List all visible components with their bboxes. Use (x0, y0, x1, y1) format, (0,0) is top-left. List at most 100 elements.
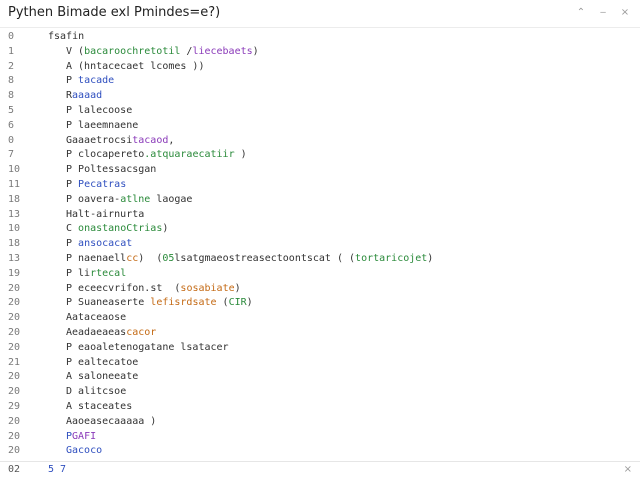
code-line[interactable]: 0 fsafin (0, 30, 640, 45)
code-line[interactable]: 20 A saloneeate (0, 370, 640, 385)
line-number: 13 (8, 253, 21, 264)
line-number: 20 (8, 445, 21, 457)
code-line[interactable]: 7 P clocapereto.atquaraecatiir ) (0, 148, 640, 163)
code-line[interactable]: 20 P eceecvrifon.st (sosabiate) (0, 282, 640, 297)
code-line[interactable]: 11 P Pecatras (0, 178, 640, 193)
code-line[interactable]: 20 Gacoco (0, 444, 640, 459)
code-token: C (66, 223, 79, 235)
code-line[interactable]: 6 P laeemnaene (0, 119, 640, 134)
code-token: 05 (162, 253, 175, 264)
code-token: liecebaets (192, 45, 253, 57)
code-line[interactable]: 13 Halt-airnurta (0, 208, 640, 223)
editor-window: Pythen Bimade exl Pmindes=e?) ⌃ ‒ × 0 fsa… (0, 0, 640, 480)
line-number: 11 (8, 179, 21, 190)
code-line[interactable]: 20 Aataceaose (0, 311, 640, 326)
code-line[interactable]: 20 P eaoaletenogatane lsatacer (0, 341, 640, 356)
code-text: D alitcsoe (66, 385, 126, 400)
code-token: tacaod (132, 134, 169, 146)
code-line[interactable]: 18 P ansocacat (0, 237, 640, 252)
line-number: 0 (8, 31, 15, 42)
code-token: ) (234, 149, 247, 161)
code-line[interactable]: 13 P naenaellcc) (05lsatgmaeostreasectoon… (0, 252, 640, 267)
code-line[interactable]: 20 Aeadaeaeascacor (0, 326, 640, 341)
code-token: lefisrdsate (144, 297, 217, 309)
code-token: P lalecoose (66, 105, 133, 116)
code-text: Gacoco (66, 444, 102, 459)
code-text: P naenaellcc) (05lsatgmaeostreasectoonts… (66, 252, 433, 267)
code-token: Pecatras (78, 179, 127, 190)
window-title: Pythen Bimade exl Pmindes=e?) (8, 5, 221, 20)
code-line[interactable]: 1 V (bacaroochretotil /liecebaets) (0, 45, 640, 60)
code-token: P (66, 297, 79, 309)
line-number: 13 (8, 208, 21, 220)
code-text: P laeemnaene (66, 119, 138, 134)
code-text: P clocapereto.atquaraecatiir ) (66, 148, 247, 163)
code-token: P laeemnaene (66, 119, 139, 131)
status-close-icon[interactable]: × (624, 464, 632, 475)
code-text: Aataceaose (66, 311, 126, 326)
title-bar: Pythen Bimade exl Pmindes=e?) ⌃ ‒ × (0, 0, 640, 28)
code-line[interactable]: 10 C onastanoCtrias) (0, 222, 640, 237)
line-number: 20 (8, 341, 21, 353)
line-number: 20 (8, 430, 21, 442)
code-text: P lirtecal (66, 267, 126, 282)
code-token: , (168, 134, 175, 146)
code-token: atlne (120, 193, 151, 205)
line-number: 21 (8, 356, 21, 368)
code-text: fsafin (48, 30, 84, 45)
code-token: rtecal (90, 267, 127, 279)
code-token: V ( (66, 45, 85, 57)
code-line[interactable]: 21 P ealtecatoe (0, 356, 640, 371)
code-line[interactable]: 20 D alitcsoe (0, 385, 640, 400)
minimize-icon[interactable]: ‒ (596, 4, 610, 22)
code-text: Raaaad (66, 89, 102, 104)
code-token: ) (246, 297, 253, 309)
window-controls: ⌃ ‒ × (574, 4, 632, 22)
code-token: P li (66, 267, 91, 279)
code-line[interactable]: 18 P oavera-atlne laogae (0, 193, 640, 208)
code-line[interactable]: 20 P Suaneaserte lefisrdsate (CIR) (0, 296, 640, 311)
code-token: Aataceaose (66, 312, 127, 324)
code-token: ealtecatoe (78, 356, 139, 368)
code-token: ) (144, 415, 157, 427)
line-number: 19 (8, 267, 21, 279)
code-text: Gaaaetrocsitacaod, (66, 134, 174, 149)
code-line[interactable]: 20 Aaoeasecaaaaa ) (0, 415, 640, 430)
code-text: A (hntacecaet lcomes )) (66, 60, 204, 75)
code-token: lsatgmaeostreasectoontscat (174, 253, 331, 264)
code-token: lsatacer (174, 341, 229, 353)
code-token: ( (216, 297, 229, 309)
line-number: 1 (8, 45, 15, 57)
code-token: A (hntacecaet lcomes ) (66, 60, 199, 72)
code-line[interactable]: 2 A (hntacecaet lcomes )) (0, 60, 640, 75)
code-line[interactable]: 20 PGAFI (0, 430, 640, 445)
line-number: 29 (8, 401, 21, 412)
line-number: 20 (8, 312, 21, 324)
code-token: Gaaaetrocsi (66, 134, 133, 146)
line-number: 8 (8, 75, 15, 87)
code-token: A saloneeate (66, 371, 139, 383)
code-line[interactable]: 29 A staceates (0, 400, 640, 415)
code-token: P (66, 193, 79, 205)
code-line[interactable]: 19 P lirtecal (0, 267, 640, 282)
line-number: 20 (8, 386, 21, 398)
code-editor[interactable]: 0 fsafin 1 V (bacaroochretotil /liecebaets)… (0, 30, 640, 460)
code-token: clocapereto (78, 149, 145, 161)
code-token: fsafin (48, 31, 85, 42)
code-line[interactable]: 10 P Poltessacsgan (0, 163, 640, 178)
close-icon[interactable]: × (618, 4, 632, 22)
code-line[interactable]: 5 P lalecoose (0, 104, 640, 119)
code-token: cacor (126, 327, 157, 338)
code-text: Aaoeasecaaaaa ) (66, 415, 156, 430)
code-line[interactable]: 0 Gaaaetrocsitacaod, (0, 134, 640, 149)
restore-icon[interactable]: ⌃ (574, 4, 588, 22)
code-token: P (66, 356, 79, 368)
code-line[interactable]: 8 Raaaad (0, 89, 640, 104)
code-text: A staceates (66, 400, 132, 415)
code-token: ) ( (138, 253, 163, 264)
code-token: ( ( (330, 253, 356, 264)
code-token: cc (126, 253, 139, 264)
code-token: A staceates (66, 401, 133, 412)
code-token: bacaroochretotil (84, 45, 181, 57)
code-line[interactable]: 8 P tacade (0, 74, 640, 89)
